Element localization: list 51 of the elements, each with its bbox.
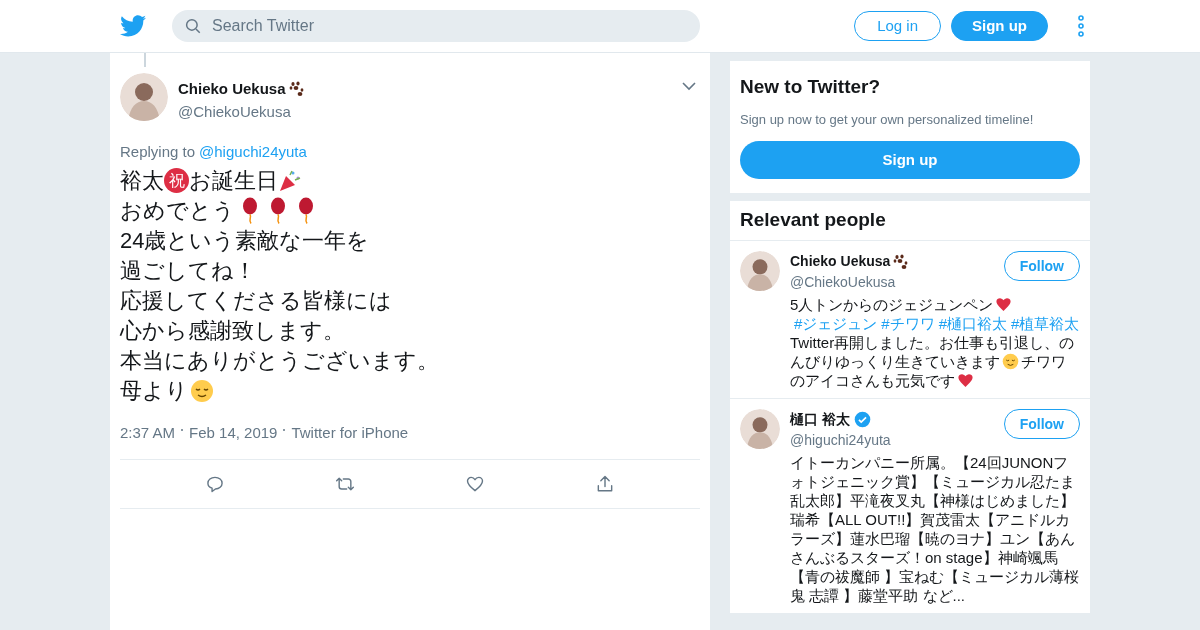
- relieved-face-icon: [1002, 353, 1019, 370]
- like-icon[interactable]: [465, 474, 485, 494]
- tweet-text: お誕生日: [189, 169, 278, 192]
- share-icon[interactable]: [595, 474, 615, 494]
- avatar[interactable]: [120, 73, 168, 121]
- heart-icon: [995, 296, 1013, 313]
- tweet-text: おめでとう: [120, 199, 235, 222]
- tweet-date: Feb 14, 2019: [189, 422, 278, 443]
- avatar[interactable]: [740, 251, 780, 291]
- person-bio: イトーカンパニー所属。【24回JUNONフォトジェニック賞】【ミュージカル忍たま乱太郎】平滝夜叉丸【神様はじめました】瑞希【ALL OUT!!】賀茂雷太【アニドルカラーズ】蓮水巴瑠【暁のヨナ】ユン【あんさんぶるスターズ！on stage】神崎颯馬【青の祓魔師 】宝ねむ【ミュージカル薄桜鬼 志譚 】藤堂平助 など...: [790, 453, 1080, 605]
- author-handle[interactable]: @ChiekoUekusa: [178, 100, 306, 123]
- relieved-face-icon: [190, 378, 214, 403]
- bird-logo-icon[interactable]: [120, 15, 146, 37]
- hashtag-link[interactable]: #樋口裕太: [938, 315, 1008, 332]
- party-popper-icon: [278, 168, 302, 193]
- card-text: Sign up now to get your own personalized timeline!: [740, 110, 1035, 129]
- tweet-text: 母より: [120, 379, 188, 402]
- tweet-time: 2:37 AM: [120, 422, 176, 443]
- sign-up-button[interactable]: Sign up: [740, 141, 1080, 179]
- search-icon: [184, 17, 202, 35]
- tweet-text: 24歳という素敵な一年を: [120, 229, 370, 252]
- mention-link[interactable]: @higuchi24yuta: [199, 141, 307, 164]
- heart-icon: [957, 372, 974, 389]
- tweet-text: 本当にありがとうございます。: [120, 349, 439, 372]
- celebration-badge: 祝: [164, 168, 189, 193]
- hashtag-link[interactable]: #ジェジュン: [794, 315, 878, 332]
- hashtag-link[interactable]: #チワワ: [881, 315, 935, 332]
- more-options-icon[interactable]: [1078, 15, 1084, 37]
- sign-up-button[interactable]: Sign up: [951, 11, 1048, 41]
- search-field[interactable]: Search Twitter: [172, 10, 700, 42]
- tweet-text: 過ごしてね！: [120, 259, 256, 282]
- author-name[interactable]: Chieko Uekusa: [178, 78, 286, 101]
- card-title: Relevant people: [730, 201, 1090, 241]
- tweet-text: 応援してくださる皆様には: [120, 289, 392, 312]
- avatar[interactable]: [740, 409, 780, 449]
- reply-icon[interactable]: [205, 474, 225, 494]
- person-name[interactable]: Chieko Uekusa: [790, 251, 891, 272]
- caret-icon[interactable]: [682, 81, 696, 91]
- person-handle[interactable]: @higuchi24yuta: [790, 430, 1004, 451]
- person-bio: 5人トンからのジェジュンペン #ジェジュン #チワワ #樋口裕太 #植草裕太 Twitter再開しました。お仕事も引退し、のんびりゆっくり生きていきます チワワのアイコさんも元気です: [790, 295, 1080, 390]
- person-name[interactable]: 樋口 裕太: [790, 409, 850, 430]
- tweet-source: Twitter for iPhone: [291, 422, 409, 443]
- paw-icon: [287, 81, 306, 98]
- log-in-button[interactable]: Log in: [854, 11, 941, 41]
- hashtag-link[interactable]: #植草裕太: [1011, 315, 1080, 332]
- card-title: New to Twitter?: [740, 75, 882, 99]
- tweet-text: 心から感謝致します。: [120, 319, 345, 342]
- person-handle[interactable]: @ChiekoUekusa: [790, 272, 1004, 293]
- replying-label: Replying to: [120, 142, 196, 162]
- verified-badge-icon: [853, 411, 871, 428]
- tweet-text: 裕太: [120, 169, 164, 192]
